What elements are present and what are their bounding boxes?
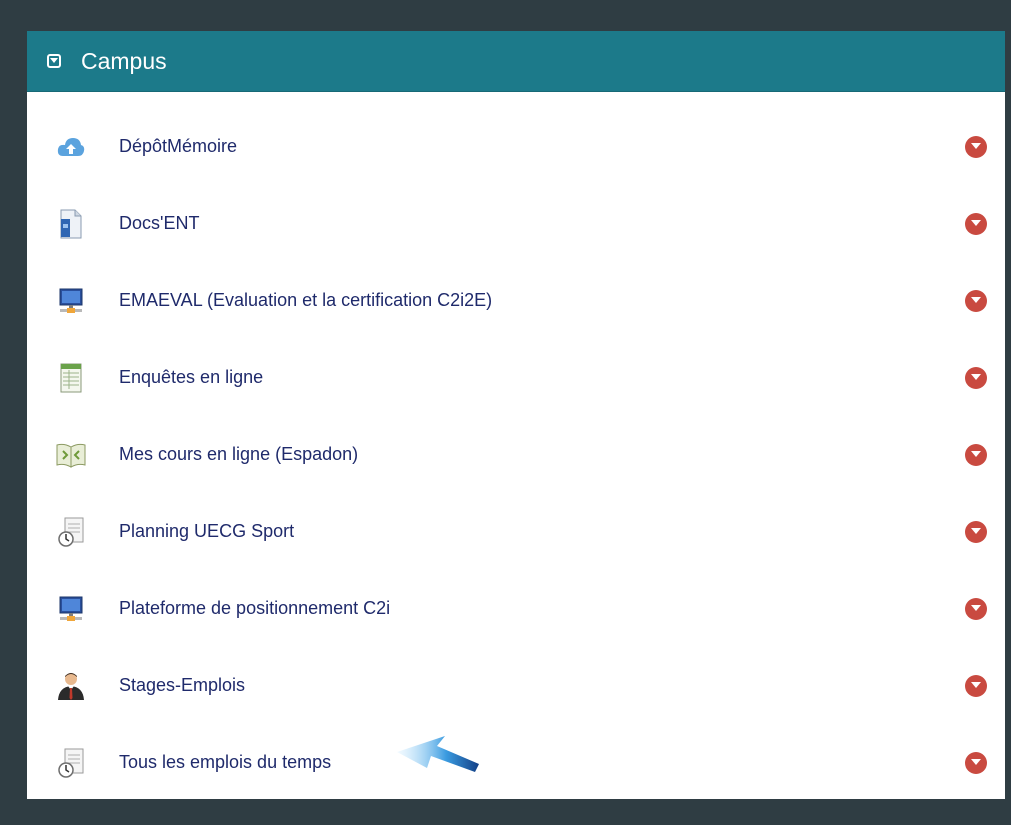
list-item-label: Plateforme de positionnement C2i (119, 598, 391, 618)
list-item-label: EMAEVAL (Evaluation et la certification … (119, 290, 493, 310)
computer-network-icon (56, 286, 86, 316)
list-item-emaeval[interactable]: EMAEVAL (Evaluation et la certification … (27, 262, 1005, 339)
list-item-planning-uecg[interactable]: Planning UECG Sport (27, 493, 1005, 570)
campus-panel: Campus DépôtMémoire Docs'ENT EMAEVAL (Ev… (27, 31, 1005, 799)
chevron-down-circle-icon[interactable] (965, 212, 987, 235)
list-item-label: Docs'ENT (119, 213, 200, 233)
list-item-stages-emplois[interactable]: Stages-Emplois (27, 647, 1005, 724)
chevron-down-circle-icon[interactable] (965, 597, 987, 620)
open-book-icon (56, 440, 86, 470)
list-item-mes-cours[interactable]: Mes cours en ligne (Espadon) (27, 416, 1005, 493)
list-item-label: Enquêtes en ligne (119, 367, 264, 387)
list-item-enquetes[interactable]: Enquêtes en ligne (27, 339, 1005, 416)
list-item-label: Planning UECG Sport (119, 521, 295, 541)
list-item-label: DépôtMémoire (119, 136, 238, 156)
panel-header[interactable]: Campus (27, 31, 1005, 92)
chevron-down-circle-icon[interactable] (965, 366, 987, 389)
businessman-icon (56, 671, 86, 701)
list-item-label: Tous les emplois du temps (119, 752, 332, 772)
schedule-clock-icon (56, 517, 86, 547)
chevron-down-circle-icon[interactable] (965, 520, 987, 543)
chevron-down-circle-icon[interactable] (965, 674, 987, 697)
spreadsheet-icon (56, 363, 86, 393)
list-item-label: Stages-Emplois (119, 675, 246, 695)
list-item-plateforme-c2i[interactable]: Plateforme de positionnement C2i (27, 570, 1005, 647)
panel-title: Campus (81, 47, 167, 74)
chevron-down-circle-icon[interactable] (965, 289, 987, 312)
chevron-down-circle-icon[interactable] (965, 135, 987, 158)
list-item-docsent[interactable]: Docs'ENT (27, 185, 1005, 262)
list-item-label: Mes cours en ligne (Espadon) (119, 444, 359, 464)
arrow-pointer-icon (397, 736, 479, 772)
document-icon (56, 209, 86, 239)
list-item-tous-emplois[interactable]: Tous les emplois du temps (27, 724, 1005, 801)
chevron-down-square-icon[interactable] (47, 54, 61, 68)
chevron-down-circle-icon[interactable] (965, 751, 987, 774)
schedule-clock-icon (56, 748, 86, 778)
app-list: DépôtMémoire Docs'ENT EMAEVAL (Evaluatio… (27, 108, 1005, 801)
list-item-depotmemoire[interactable]: DépôtMémoire (27, 108, 1005, 185)
chevron-down-circle-icon[interactable] (965, 443, 987, 466)
cloud-upload-icon (56, 132, 86, 162)
computer-network-icon (56, 594, 86, 624)
